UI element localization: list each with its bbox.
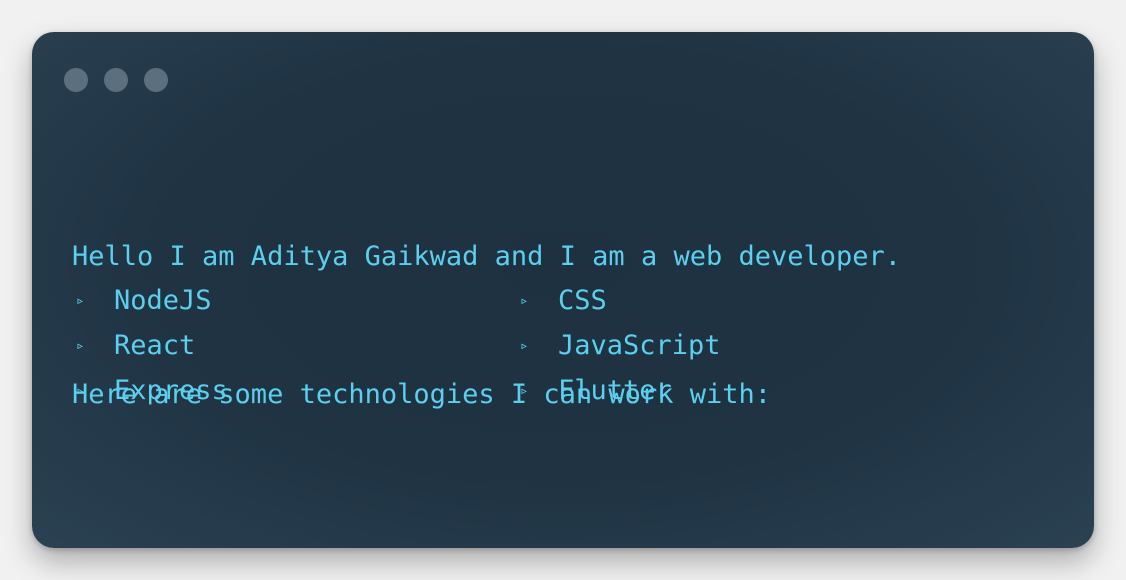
window-dot-2[interactable] <box>104 68 128 92</box>
technology-item-flutter: ▹ Flutter <box>520 368 964 413</box>
technology-item-react: ▹ React <box>76 323 520 368</box>
technology-label: JavaScript <box>558 330 721 361</box>
intro-line-1: Hello I am Aditya Gaikwad and I am a web… <box>72 241 902 272</box>
technology-label: Flutter <box>558 375 672 406</box>
window-dot-1[interactable] <box>64 68 88 92</box>
technology-item-express: ▹ Express <box>76 368 520 413</box>
window-controls <box>64 68 168 92</box>
technology-item-javascript: ▹ JavaScript <box>520 323 964 368</box>
technology-list: ▹ NodeJS ▹ CSS ▹ React ▹ JavaScript ▹ Ex… <box>76 278 964 413</box>
technology-item-nodejs: ▹ NodeJS <box>76 278 520 323</box>
arrow-icon: ▹ <box>520 337 529 354</box>
arrow-icon: ▹ <box>520 292 529 309</box>
terminal-window: Hello I am Aditya Gaikwad and I am a web… <box>32 32 1094 548</box>
technology-item-css: ▹ CSS <box>520 278 964 323</box>
technology-label: CSS <box>558 285 607 316</box>
technology-label: NodeJS <box>114 285 212 316</box>
arrow-icon: ▹ <box>76 337 85 354</box>
technology-label: React <box>114 330 196 361</box>
technology-label: Express <box>114 375 228 406</box>
arrow-icon: ▹ <box>76 382 85 399</box>
arrow-icon: ▹ <box>76 292 85 309</box>
window-dot-3[interactable] <box>144 68 168 92</box>
arrow-icon: ▹ <box>520 382 529 399</box>
